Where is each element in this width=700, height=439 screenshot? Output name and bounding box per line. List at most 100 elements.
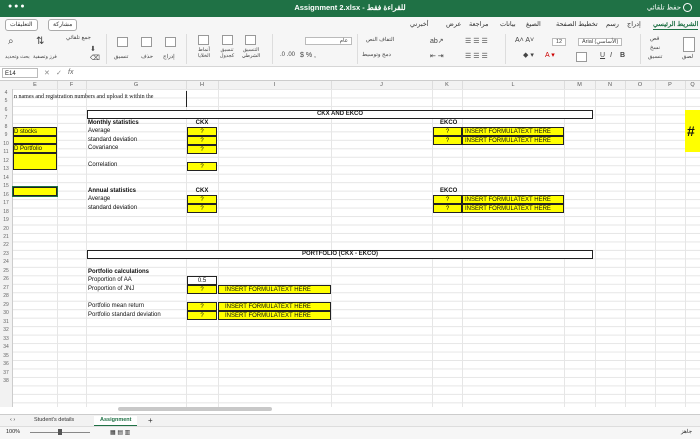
formulatext-cell[interactable]: INSERT FORMULATEXT HERE xyxy=(218,311,331,320)
column-header[interactable]: L xyxy=(462,81,565,89)
column-header[interactable]: N xyxy=(595,81,626,89)
answer-cell[interactable]: ? xyxy=(433,195,462,204)
ekco-label[interactable]: EKCO xyxy=(440,187,457,195)
prop-aa-label[interactable]: Proportion of AA xyxy=(88,276,132,284)
answer-cell[interactable]: ? xyxy=(187,195,217,204)
align-left-icons[interactable]: ☰ ☰ ☰ xyxy=(465,52,488,60)
row-header[interactable]: 15 xyxy=(0,182,12,190)
bold-button[interactable]: B xyxy=(620,52,625,59)
conditional-format-icon[interactable] xyxy=(245,35,256,45)
row-header[interactable]: 19 xyxy=(0,216,12,224)
insert-cells-icon[interactable] xyxy=(165,37,176,47)
std-dev-label[interactable]: standard deviation xyxy=(88,204,137,212)
answer-cell[interactable]: ? xyxy=(187,311,217,320)
row-header[interactable]: 25 xyxy=(0,267,12,275)
number-format-select[interactable]: عام xyxy=(305,37,352,45)
answer-cell[interactable]: ? xyxy=(433,204,462,213)
std-dev-label[interactable]: standard deviation xyxy=(88,136,137,144)
answer-cell[interactable]: ? xyxy=(187,302,217,311)
row-header[interactable]: 21 xyxy=(0,233,12,241)
ekco-label[interactable]: EKCO xyxy=(440,119,457,127)
format-painter-button[interactable]: تنسيق xyxy=(648,54,662,60)
font-grow-shrink[interactable]: A˄ A˅ xyxy=(515,37,534,44)
fill-color-button[interactable]: ◆ ▾ xyxy=(523,51,534,59)
row-header[interactable]: 18 xyxy=(0,208,12,216)
underline-button[interactable]: U xyxy=(600,52,605,59)
row-header[interactable]: 16 xyxy=(0,191,12,199)
row-header[interactable]: 31 xyxy=(0,318,12,326)
confirm-icon[interactable]: ✓ xyxy=(56,69,62,77)
row-header[interactable]: 13 xyxy=(0,165,12,173)
row-header[interactable]: 24 xyxy=(0,258,12,266)
answer-cell[interactable]: ? xyxy=(187,145,217,154)
formula-input[interactable] xyxy=(82,68,696,78)
row-header[interactable]: 22 xyxy=(0,241,12,249)
share-button[interactable]: مشاركة xyxy=(48,19,78,31)
tab-draw[interactable]: رسم xyxy=(606,20,619,28)
answer-cell[interactable]: ? xyxy=(433,136,462,145)
row-header[interactable]: 8 xyxy=(0,123,12,131)
column-header[interactable]: G xyxy=(86,81,187,89)
row-header[interactable]: 11 xyxy=(0,148,12,156)
find-select-icon[interactable]: ⌕ xyxy=(8,36,14,47)
row-header[interactable]: 36 xyxy=(0,360,12,368)
covariance-label[interactable]: Covariance xyxy=(88,144,118,152)
highlight-cell[interactable] xyxy=(13,153,57,170)
tab-tell-me[interactable]: أخبرني xyxy=(410,20,429,28)
comments-button[interactable]: التعليقات xyxy=(5,19,38,31)
row-header[interactable]: 10 xyxy=(0,140,12,148)
cancel-icon[interactable]: ✕ xyxy=(44,69,50,77)
paste-icon[interactable] xyxy=(683,37,695,52)
column-header[interactable]: M xyxy=(564,81,596,89)
column-header[interactable]: J xyxy=(331,81,433,89)
formulatext-cell[interactable]: INSERT FORMULATEXT HERE xyxy=(462,127,564,136)
formulatext-cell[interactable]: INSERT FORMULATEXT HERE xyxy=(218,302,331,311)
stocks-cell[interactable]: D stocks xyxy=(13,127,57,136)
tab-view[interactable]: عرض xyxy=(446,20,461,28)
formulatext-cell[interactable]: INSERT FORMULATEXT HERE xyxy=(218,285,331,294)
delete-cells-icon[interactable] xyxy=(141,37,152,47)
row-header[interactable]: 23 xyxy=(0,250,12,258)
answer-cell[interactable]: ? xyxy=(187,162,217,171)
ckx-label[interactable]: CKX xyxy=(187,187,217,195)
tab-insert[interactable]: إدراج xyxy=(627,20,641,28)
row-header[interactable]: 5 xyxy=(0,97,12,105)
sheet-tab-students-details[interactable]: Student's details xyxy=(28,416,80,425)
font-name-select[interactable]: Arial (الأساسي) xyxy=(578,38,623,46)
portfolio-calcs-label[interactable]: Portfolio calculations xyxy=(88,268,149,276)
selected-cell-e14[interactable] xyxy=(12,186,58,197)
row-header[interactable]: 29 xyxy=(0,301,12,309)
formulatext-cell[interactable]: INSERT FORMULATEXT HERE xyxy=(462,136,564,145)
column-header[interactable]: F xyxy=(57,81,87,89)
row-header[interactable]: 35 xyxy=(0,352,12,360)
average-label[interactable]: Average xyxy=(88,195,110,203)
overflow-cell-q[interactable]: # xyxy=(685,110,700,152)
prop-aa-value[interactable]: 0.5 xyxy=(187,276,217,285)
tab-page-layout[interactable]: تخطيط الصفحة xyxy=(556,20,598,28)
merge-center-button[interactable]: دمج وتوسيط xyxy=(362,52,391,58)
row-header[interactable]: 33 xyxy=(0,335,12,343)
tab-home[interactable]: الشريط الرئيسي xyxy=(653,20,699,30)
column-header[interactable]: I xyxy=(218,81,332,89)
portfolio-cell[interactable]: D Portfolio xyxy=(13,144,57,153)
autosum-button[interactable]: جمع تلقائي xyxy=(66,35,91,41)
portfolio-header[interactable]: PORTFOLIO (CKX - EKCO) xyxy=(87,250,593,259)
monthly-stats-label[interactable]: Monthly statistics xyxy=(88,119,139,127)
cell-styles-icon[interactable] xyxy=(198,35,209,45)
row-header[interactable]: 26 xyxy=(0,275,12,283)
row-header[interactable]: 30 xyxy=(0,309,12,317)
answer-cell[interactable]: ? xyxy=(187,204,217,213)
tab-data[interactable]: بيانات xyxy=(500,20,516,28)
italic-button[interactable]: I xyxy=(610,52,612,59)
font-color-button[interactable]: A ▾ xyxy=(545,51,555,59)
tab-review[interactable]: مراجعة xyxy=(469,20,489,28)
average-label[interactable]: Average xyxy=(88,127,110,135)
annual-stats-label[interactable]: Annual statistics xyxy=(88,187,136,195)
mean-return-label[interactable]: Portfolio mean return xyxy=(88,302,144,310)
column-header[interactable]: H xyxy=(186,81,219,89)
correlation-label[interactable]: Correlation xyxy=(88,161,117,169)
number-format-icons[interactable]: $ % , xyxy=(300,52,316,59)
row-header[interactable]: 17 xyxy=(0,199,12,207)
sheet-tab-assignment[interactable]: Assignment xyxy=(94,416,138,426)
row-header[interactable]: 14 xyxy=(0,174,12,182)
